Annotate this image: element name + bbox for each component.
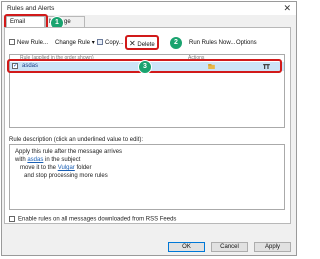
new-rule-icon [9,39,15,46]
options-label: Options [236,40,257,46]
rule-description-box: Apply this rule after the message arrive… [9,144,285,210]
ok-button[interactable]: OK [168,242,205,252]
run-rules-now-button[interactable]: Run Rules Now... [189,39,235,48]
description-line-3-suffix: folder [74,165,92,171]
window-title: Rules and Alerts [7,5,55,12]
callout-badge-2: 2 [169,36,183,50]
delete-highlight [125,35,159,50]
title-bar: Rules and Alerts ✕ [2,2,296,15]
new-rule-label: New Rule... [17,40,49,46]
description-line-2: with asdas in the subject [15,157,80,163]
description-line-3-prefix: move it to the [20,165,58,171]
description-line-2-prefix: with [15,157,28,163]
run-rules-now-label: Run Rules Now... [189,40,236,46]
chevron-down-icon: ▾ [91,40,95,46]
apply-button[interactable]: Apply [254,242,291,252]
cancel-button[interactable]: Cancel [211,242,248,252]
description-line-4: and stop processing more rules [24,173,108,179]
description-line-3: move it to the Vulgar folder [20,165,92,171]
folder-link[interactable]: Vulgar [58,165,75,171]
change-rule-label: Change Rule [55,40,91,46]
copy-icon [97,39,103,46]
options-button[interactable]: Options [236,39,257,48]
copy-button[interactable]: Copy... [97,39,124,48]
description-line-1: Apply this rule after the message arrive… [15,149,123,155]
callout-badge-3: 3 [138,60,152,74]
change-rule-button[interactable]: Change Rule ▾ [55,39,95,48]
rss-option-label: Enable rules on all messages downloaded … [18,216,177,223]
new-rule-button[interactable]: New Rule... [9,39,48,48]
subject-words-link[interactable]: asdas [27,157,43,163]
close-icon[interactable]: ✕ [283,3,291,13]
copy-label: Copy... [105,40,124,46]
rule-description-label: Rule description (click an underlined va… [9,137,144,143]
rss-option[interactable]: Enable rules on all messages downloaded … [9,216,176,223]
description-line-2-suffix: in the subject [43,157,81,163]
rss-checkbox[interactable] [9,216,15,222]
